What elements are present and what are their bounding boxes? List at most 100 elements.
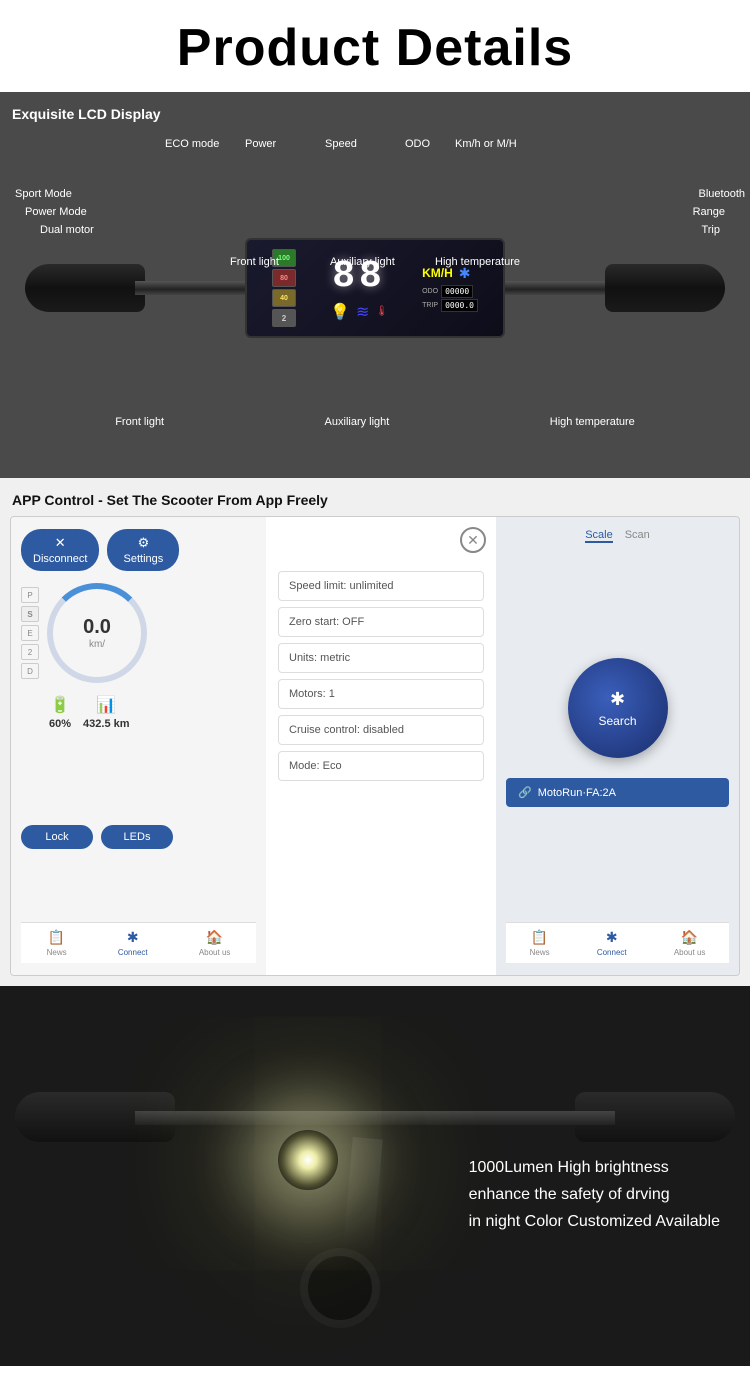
disconnect-icon: ✕	[55, 535, 66, 551]
mode-sport: 80	[272, 269, 296, 287]
nav-about-left[interactable]: 🏠 About us	[199, 929, 231, 957]
leds-label: LEDs	[124, 831, 151, 843]
connect-icon-left: ✱	[127, 929, 139, 946]
lock-label: Lock	[45, 831, 68, 843]
light-text-line2: enhance the safety of drving	[469, 1181, 720, 1208]
wheel-hint	[300, 1248, 380, 1328]
lcd-display-box: 100 80 40 2 88	[245, 238, 505, 338]
app-bottom-buttons: Lock LEDs	[21, 817, 256, 849]
nav-connect-label-left: Connect	[118, 948, 148, 957]
nav-about-right[interactable]: 🏠 About us	[674, 929, 706, 957]
news-icon-left: 📋	[48, 929, 65, 946]
odo-label-display: ODO	[422, 288, 438, 295]
app-right-panel: Scale Scan ✱ Search 🔗 MotoRun·FA:2A 📋 Ne…	[496, 517, 739, 975]
mode-dual: 2	[272, 309, 296, 327]
nav-connect-right[interactable]: ✱ Connect	[597, 929, 627, 957]
battery-row: 🔋 60% 📊 432.5 km	[21, 695, 256, 730]
leds-button[interactable]: LEDs	[101, 825, 173, 849]
mode-sidebar: P S E 2 D	[21, 587, 39, 679]
setting-mode[interactable]: Mode: Eco	[278, 751, 484, 781]
page-title: Product Details	[10, 18, 740, 78]
light-text-area: 1000Lumen High brightness enhance the sa…	[469, 1154, 720, 1236]
mode-power: 40	[272, 289, 296, 307]
nav-news-right[interactable]: 📋 News	[530, 929, 550, 957]
odo-section: ODO 00000 TRIP 0000.0	[422, 285, 478, 312]
nav-connect-left[interactable]: ✱ Connect	[118, 929, 148, 957]
close-button[interactable]: ✕	[460, 527, 486, 553]
device-link-icon: 🔗	[518, 786, 532, 799]
tab-scale[interactable]: Scale	[585, 529, 613, 543]
app-top-buttons: ✕ Disconnect ⚙ Settings	[21, 529, 256, 571]
battery-icon: 🔋	[50, 695, 70, 715]
lcd-diagram-area: ECO mode Power Speed ODO Km/h or M/H Spo…	[10, 128, 740, 448]
settings-label: Settings	[124, 553, 164, 565]
mode-eco: 100	[272, 249, 296, 267]
app-middle-panel: ✕ Speed limit: unlimited Zero start: OFF…	[266, 517, 496, 975]
about-icon-right: 🏠	[681, 929, 698, 946]
mode-p: P	[21, 587, 39, 603]
nav-news-label-right: News	[530, 948, 550, 957]
scooter-light-visual: 1000Lumen High brightness enhance the sa…	[0, 986, 750, 1366]
speed-digits: 88	[332, 255, 386, 298]
mode-e: E	[21, 625, 39, 641]
odo-row: ODO 00000	[422, 285, 478, 298]
kmh-unit-display: KM/H	[422, 266, 453, 280]
light-section: 1000Lumen High brightness enhance the sa…	[0, 986, 750, 1366]
device-item[interactable]: 🔗 MotoRun·FA:2A	[506, 778, 729, 807]
speedometer-area: P S E 2 D 0.0 km/	[21, 583, 256, 683]
light-text-line1: 1000Lumen High brightness	[469, 1154, 720, 1181]
search-bt-icon: ✱	[610, 689, 625, 710]
light-text-line3: in night Color Customized Available	[469, 1209, 720, 1236]
setting-speed-limit[interactable]: Speed limit: unlimited	[278, 571, 484, 601]
distance-item: 📊 432.5 km	[83, 695, 129, 730]
close-icon: ✕	[467, 532, 479, 549]
page-header: Product Details	[0, 0, 750, 92]
app-section: APP Control - Set The Scooter From App F…	[0, 478, 750, 986]
setting-motors[interactable]: Motors: 1	[278, 679, 484, 709]
app-left-panel: ✕ Disconnect ⚙ Settings P S E 2 D 0.0	[11, 517, 266, 975]
distance-label: 432.5 km	[83, 718, 129, 730]
grip-left	[25, 264, 145, 312]
settings-icon: ⚙	[138, 535, 150, 551]
nav-about-label-left: About us	[199, 948, 231, 957]
headlight-glow	[278, 1130, 338, 1190]
setting-zero-start[interactable]: Zero start: OFF	[278, 607, 484, 637]
news-icon-right: 📋	[531, 929, 548, 946]
lcd-right: KM/H ✱ ODO 00000 TRIP 0000.0	[422, 265, 478, 312]
settings-button[interactable]: ⚙ Settings	[107, 529, 179, 571]
trip-label-display: TRIP	[422, 302, 438, 309]
app-screenshot: ✕ Disconnect ⚙ Settings P S E 2 D 0.0	[10, 516, 740, 976]
aux-icon: ≋	[356, 302, 369, 322]
speed-section: 88 💡 ≋ 🌡	[330, 255, 388, 322]
disconnect-button[interactable]: ✕ Disconnect	[21, 529, 99, 571]
temp-icon: 🌡	[375, 306, 388, 317]
trip-value: 0000.0	[441, 299, 478, 312]
settings-list: Speed limit: unlimited Zero start: OFF U…	[266, 563, 496, 789]
app-left-nav: 📋 News ✱ Connect 🏠 About us	[21, 922, 256, 963]
app-right-nav: 📋 News ✱ Connect 🏠 About us	[506, 922, 729, 963]
lcd-section: Exquisite LCD Display ECO mode Power Spe…	[0, 92, 750, 478]
bluetooth-icon: ✱	[459, 265, 471, 282]
nav-about-label-right: About us	[674, 948, 706, 957]
mode-s: S	[21, 606, 39, 622]
nav-news-label-left: News	[47, 948, 67, 957]
trip-row: TRIP 0000.0	[422, 299, 478, 312]
odometer-icon: 📊	[96, 695, 116, 715]
speedometer-circle: 0.0 km/	[47, 583, 147, 683]
setting-cruise[interactable]: Cruise control: disabled	[278, 715, 484, 745]
tab-scan[interactable]: Scan	[625, 529, 650, 543]
disconnect-label: Disconnect	[33, 553, 87, 565]
battery-percent-item: 🔋 60%	[49, 695, 71, 730]
app-right-tabs: Scale Scan	[506, 529, 729, 543]
battery-percent-label: 60%	[49, 718, 71, 730]
speed-unit: km/	[89, 639, 105, 650]
mode-indicators: 100 80 40 2	[272, 249, 296, 327]
nav-news-left[interactable]: 📋 News	[47, 929, 67, 957]
headlight-icon: 💡	[330, 302, 350, 322]
handle-bar	[135, 1111, 615, 1125]
lcd-section-label: Exquisite LCD Display	[10, 102, 740, 128]
setting-units[interactable]: Units: metric	[278, 643, 484, 673]
lock-button[interactable]: Lock	[21, 825, 93, 849]
handlebar-bar: 100 80 40 2 88	[135, 281, 615, 295]
search-button[interactable]: ✱ Search	[568, 658, 668, 758]
